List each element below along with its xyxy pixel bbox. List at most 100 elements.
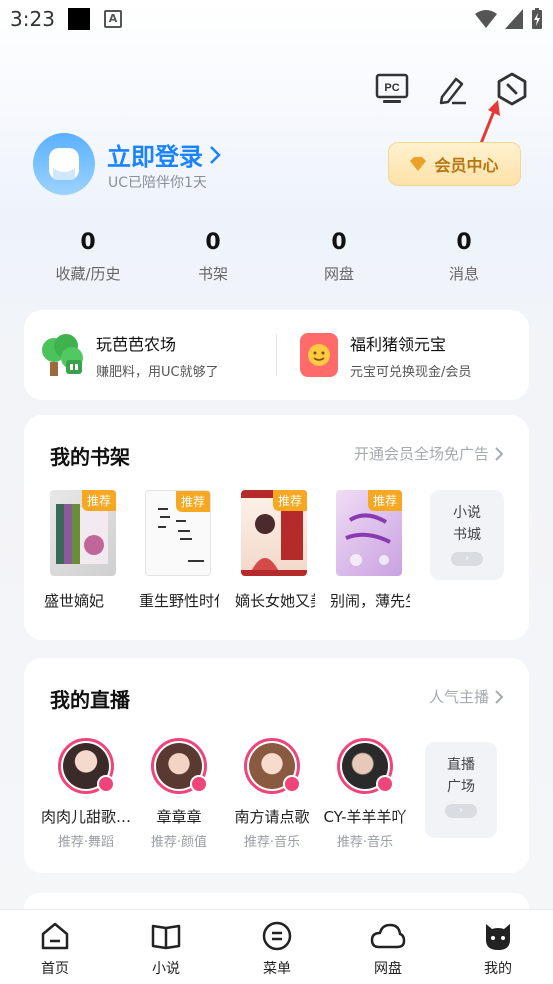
novel-store-label: 小说 书城 xyxy=(430,490,504,546)
notification-square-icon xyxy=(68,8,90,30)
nav-label: 网盘 xyxy=(374,961,402,977)
anchor-avatar xyxy=(58,738,115,794)
status-icons xyxy=(475,8,543,30)
stat-netdisk[interactable]: 0 网盘 xyxy=(289,230,389,284)
anchor-name: 肉肉儿甜歌… xyxy=(40,808,131,826)
status-time: 3:23 xyxy=(10,7,55,31)
promo-subtitle: 元宝可兑换现金/会员 xyxy=(350,364,472,380)
anchor-name: CY-羊羊羊吖 xyxy=(323,808,407,826)
chevron-right-icon xyxy=(495,446,503,461)
live-badge-icon xyxy=(283,775,301,793)
live-plaza-button[interactable]: 直播 广场 › xyxy=(425,742,497,838)
promo-title: 玩芭芭农场 xyxy=(96,334,177,354)
recommend-tag: 推荐 xyxy=(175,491,210,512)
anchor-item[interactable]: 南方请点歌 推荐·音乐 xyxy=(226,738,318,850)
chevron-right-icon: › xyxy=(445,804,477,818)
recommend-tag: 推荐 xyxy=(367,490,402,511)
stat-value: 0 xyxy=(331,230,347,255)
pc-label: PC xyxy=(384,82,399,94)
stat-label: 网盘 xyxy=(323,265,354,283)
signal-icon xyxy=(505,9,523,29)
wifi-icon xyxy=(475,10,497,28)
more-line: 直播 xyxy=(447,757,475,773)
bookshelf-link-label: 开通会员全场免广告 xyxy=(353,445,489,463)
book-cover: 推荐 xyxy=(241,490,307,576)
stat-messages[interactable]: 0 消息 xyxy=(414,230,514,284)
login-title: 立即登录 xyxy=(107,143,203,171)
popular-anchors-link[interactable]: 人气主播 xyxy=(429,686,503,707)
nav-home[interactable]: 首页 xyxy=(15,920,95,978)
anchor-item[interactable]: 肉肉儿甜歌… 推荐·舞蹈 xyxy=(40,738,132,850)
stat-favorites-history[interactable]: 0 收藏/历史 xyxy=(38,230,138,284)
book-title: 别闹，薄先生 xyxy=(330,592,410,610)
live-plaza-label: 直播 广场 xyxy=(425,742,497,798)
stat-value: 0 xyxy=(80,230,96,255)
pig-icon xyxy=(300,333,338,377)
stat-value: 0 xyxy=(456,230,472,255)
book-item[interactable]: 推荐 重生野性时代 xyxy=(139,490,219,610)
anchor-tag: 推荐·音乐 xyxy=(336,835,394,850)
novel-store-button[interactable]: 小说 书城 › xyxy=(430,490,504,580)
nav-label: 首页 xyxy=(41,961,69,977)
bookshelf-title: 我的书架 xyxy=(50,445,130,469)
home-icon xyxy=(41,922,69,950)
chevron-right-icon xyxy=(210,145,221,164)
live-badge-icon xyxy=(97,775,115,793)
live-badge-icon xyxy=(376,775,394,793)
promo-card: 玩芭芭农场 赚肥料，用UC就够了 福利猪领元宝 元宝可兑换现金/会员 xyxy=(24,310,529,400)
vip-center-button[interactable]: 会员中心 xyxy=(388,142,521,186)
diamond-icon xyxy=(410,157,427,171)
promo-farm[interactable]: 玩芭芭农场 赚肥料，用UC就够了 xyxy=(38,310,219,400)
live-link-label: 人气主播 xyxy=(428,688,489,706)
book-item[interactable]: 推荐 别闹，薄先生 xyxy=(330,490,410,610)
anchor-name: 章章章 xyxy=(156,808,202,826)
promo-divider xyxy=(276,334,277,376)
stat-label: 收藏/历史 xyxy=(55,265,121,283)
bottom-nav: 首页 小说 菜单 网盘 我的 xyxy=(0,909,553,984)
book-item[interactable]: 推荐 嫡长女她又美又飒 xyxy=(235,490,315,610)
stat-label: 书架 xyxy=(197,265,228,283)
anchor-tag: 推荐·音乐 xyxy=(243,835,301,850)
anchor-avatar xyxy=(151,738,208,794)
book-cover: 推荐 xyxy=(145,490,211,576)
nav-label: 我的 xyxy=(484,961,512,977)
anchor-item[interactable]: CY-羊羊羊吖 推荐·音乐 xyxy=(319,738,411,850)
cloud-icon xyxy=(370,923,406,949)
anchor-avatar xyxy=(337,738,394,794)
book-title: 盛世嫡妃 xyxy=(44,592,105,610)
chevron-right-icon: › xyxy=(451,552,483,566)
vip-center-label: 会员中心 xyxy=(434,156,499,175)
stat-bookshelf[interactable]: 0 书架 xyxy=(163,230,263,284)
live-title: 我的直播 xyxy=(50,688,130,712)
login-subtitle: UC已陪伴你1天 xyxy=(108,175,207,191)
book-cover: 推荐 xyxy=(50,490,116,576)
notification-a-icon: A xyxy=(104,10,122,28)
bookshelf-vip-link[interactable]: 开通会员全场免广告 xyxy=(354,443,503,464)
nav-profile[interactable]: 我的 xyxy=(458,920,538,978)
anchor-name: 南方请点歌 xyxy=(234,808,310,826)
promo-title: 福利猪领元宝 xyxy=(350,334,447,354)
nav-netdisk[interactable]: 网盘 xyxy=(348,920,428,978)
stat-label: 消息 xyxy=(448,265,479,283)
nav-novel[interactable]: 小说 xyxy=(126,920,206,978)
promo-pig[interactable]: 福利猪领元宝 元宝可兑换现金/会员 xyxy=(300,310,471,400)
status-bar: 3:23 A xyxy=(0,0,553,40)
stat-value: 0 xyxy=(205,230,221,255)
more-line: 小说 xyxy=(453,505,481,521)
nav-label: 小说 xyxy=(152,961,180,977)
anchor-item[interactable]: 章章章 推荐·颜值 xyxy=(133,738,225,850)
stats-row: 0 收藏/历史 0 书架 0 网盘 0 消息 xyxy=(0,230,553,290)
login-button[interactable]: 立即登录 xyxy=(107,137,221,172)
avatar[interactable] xyxy=(33,133,95,195)
book-item[interactable]: 推荐 盛世嫡妃 xyxy=(44,490,116,610)
profile-icon xyxy=(486,924,510,950)
chevron-right-icon xyxy=(495,689,503,704)
user-placeholder-icon xyxy=(49,148,79,180)
anchor-tag: 推荐·颜值 xyxy=(150,835,208,850)
live-badge-icon xyxy=(190,775,208,793)
nav-menu[interactable]: 菜单 xyxy=(237,920,317,978)
pc-icon[interactable]: PC xyxy=(373,70,411,108)
more-line: 书城 xyxy=(453,527,481,543)
battery-icon xyxy=(532,8,542,29)
book-title: 重生野性时代 xyxy=(139,592,219,610)
